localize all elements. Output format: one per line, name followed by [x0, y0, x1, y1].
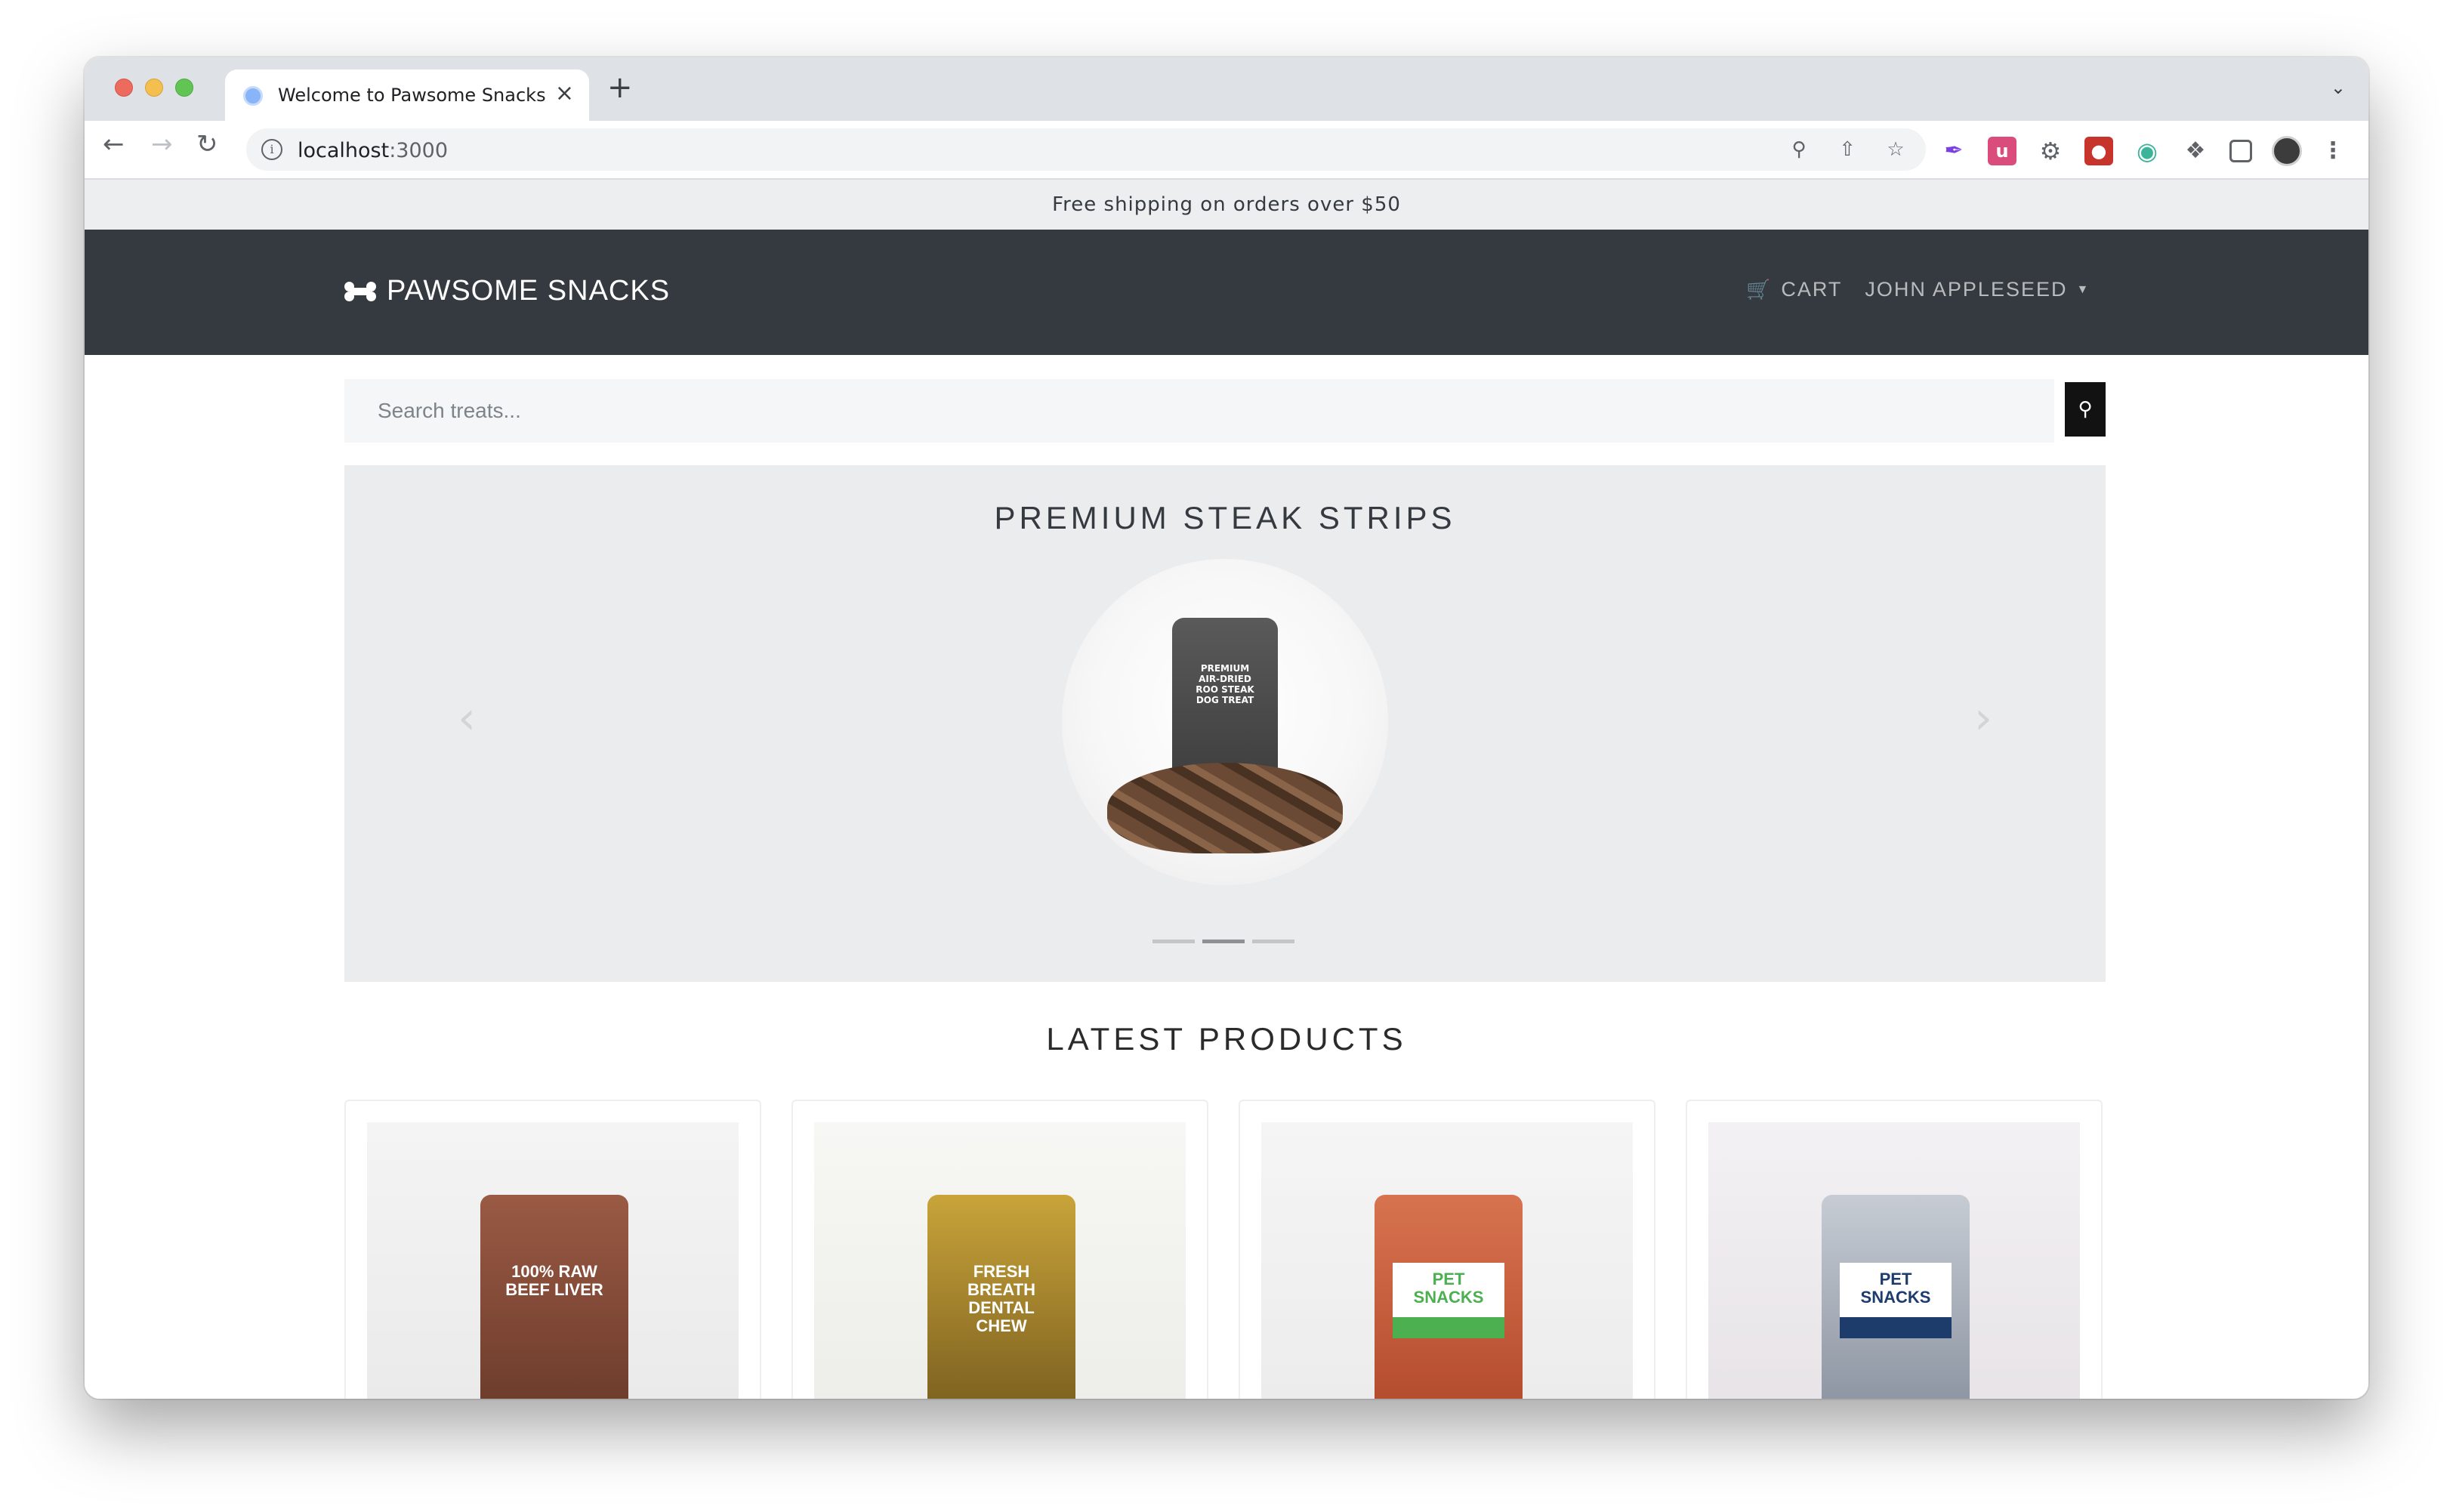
carousel-indicator[interactable]	[1252, 940, 1294, 943]
product-carousel: PREMIUM STEAK STRIPS PREMIUM AIR-DRIED R…	[344, 465, 2106, 982]
back-arrow-icon[interactable]: ←	[103, 131, 125, 157]
profile-avatar[interactable]	[2272, 136, 2302, 166]
carousel-indicators	[1152, 940, 1294, 943]
search-button[interactable]: ⚲	[2065, 382, 2106, 437]
search-form: ⚲	[344, 379, 2106, 443]
bone-icon	[344, 281, 376, 301]
user-menu-dropdown[interactable]: JOHN APPLESEED ▼	[1865, 278, 2090, 301]
reload-icon[interactable]: ↻	[196, 131, 218, 157]
product-image[interactable]: PET SNACKS	[1708, 1122, 2080, 1399]
cart-icon: 🛒	[1746, 278, 1773, 301]
announcement-bar: Free shipping on orders over $50	[85, 180, 2368, 230]
product-image[interactable]: PET SNACKS	[1261, 1122, 1633, 1399]
tab-search-chevron-icon[interactable]: ⌄	[2331, 77, 2346, 98]
new-tab-button[interactable]: +	[607, 73, 633, 103]
omnibox-actions: ⚲ ⇧ ☆	[1787, 137, 1908, 162]
puzzle-extensions-icon[interactable]: ❖	[2181, 137, 2210, 165]
pen-extension-icon[interactable]: ✒	[1939, 137, 1968, 165]
bag-label: PREMIUM AIR-DRIED ROO STEAK DOG TREAT	[1196, 663, 1254, 705]
carousel-next-chevron-icon[interactable]: ›	[1974, 692, 1992, 745]
red-extension-icon[interactable]: ●	[2084, 137, 2113, 165]
tab-strip: Welcome to Pawsome Snacks × + ⌄	[85, 57, 2368, 121]
extensions-bar: ✒ u ⚙ ● ◉ ❖ ⋮	[1939, 136, 2344, 166]
brand-logo[interactable]: PAWSOME SNACKS	[344, 275, 670, 307]
product-image[interactable]: FRESH BREATH DENTAL CHEW	[814, 1122, 1186, 1399]
brand-name: PAWSOME SNACKS	[387, 275, 671, 307]
address-url[interactable]: localhost:3000	[298, 139, 448, 162]
circle-extension-icon[interactable]: ◉	[2133, 137, 2161, 165]
product-label: PET SNACKS	[1413, 1270, 1484, 1307]
zoom-icon[interactable]: ⚲	[1787, 137, 1811, 162]
cart-label: CART	[1781, 278, 1843, 301]
search-icon: ⚲	[2078, 398, 2093, 421]
maximize-window-button[interactable]	[175, 79, 193, 97]
caret-down-icon: ▼	[2076, 282, 2090, 296]
product-card[interactable]: 100% RAW BEEF LIVER	[344, 1100, 761, 1399]
cart-link[interactable]: 🛒 CART	[1746, 278, 1842, 301]
carousel-indicator[interactable]	[1152, 940, 1195, 943]
page-viewport: Free shipping on orders over $50 PAWSOME…	[85, 180, 2368, 1399]
carousel-product-image[interactable]: PREMIUM AIR-DRIED ROO STEAK DOG TREAT	[1062, 559, 1388, 885]
carousel-indicator-active[interactable]	[1202, 940, 1245, 943]
tab-title: Welcome to Pawsome Snacks	[278, 85, 546, 106]
site-navbar: PAWSOME SNACKS 🛒 CART JOHN APPLESEED ▼	[85, 230, 2368, 355]
product-bag-graphic: PREMIUM AIR-DRIED ROO STEAK DOG TREAT	[1172, 618, 1278, 784]
product-label: FRESH BREATH DENTAL CHEW	[967, 1262, 1036, 1335]
forward-arrow-icon[interactable]: →	[151, 131, 173, 157]
product-label: PET SNACKS	[1860, 1270, 1931, 1307]
browser-menu-icon[interactable]: ⋮	[2322, 137, 2344, 165]
browser-toolbar: ← → ↻ i localhost:3000 ⚲ ⇧ ☆ ✒ u ⚙ ● ◉ ❖…	[85, 121, 2368, 180]
url-host: localhost	[298, 139, 390, 162]
share-icon[interactable]: ⇧	[1835, 137, 1859, 162]
product-bag-graphic: PET SNACKS	[1822, 1195, 1970, 1399]
browser-window: Welcome to Pawsome Snacks × + ⌄ ← → ↻ i …	[85, 57, 2368, 1399]
tab-close-icon[interactable]: ×	[555, 80, 574, 106]
minimize-window-button[interactable]	[145, 79, 163, 97]
product-bag-graphic: 100% RAW BEEF LIVER	[480, 1195, 628, 1399]
gear-extension-icon[interactable]: ⚙	[2036, 137, 2065, 165]
jerky-graphic	[1107, 763, 1343, 853]
search-input[interactable]	[344, 379, 2054, 443]
address-bar[interactable]: i localhost:3000 ⚲ ⇧ ☆	[246, 128, 1926, 171]
carousel-title[interactable]: PREMIUM STEAK STRIPS	[344, 500, 2106, 536]
u-extension-icon[interactable]: u	[1988, 137, 2016, 165]
site-info-icon[interactable]: i	[261, 139, 282, 160]
url-port: :3000	[389, 139, 449, 162]
product-image[interactable]: 100% RAW BEEF LIVER	[367, 1122, 739, 1399]
carousel-prev-chevron-icon[interactable]: ‹	[458, 692, 476, 745]
favicon-icon	[243, 86, 263, 106]
latest-products-heading: LATEST PRODUCTS	[1046, 1021, 1407, 1057]
product-bag-graphic: FRESH BREATH DENTAL CHEW	[927, 1195, 1075, 1399]
close-window-button[interactable]	[115, 79, 133, 97]
bookmark-star-icon[interactable]: ☆	[1884, 137, 1908, 162]
product-bag-graphic: PET SNACKS	[1375, 1195, 1523, 1399]
side-panel-icon[interactable]	[2229, 140, 2252, 162]
browser-tab-active[interactable]: Welcome to Pawsome Snacks ×	[225, 69, 589, 121]
product-card[interactable]: PET SNACKS	[1686, 1100, 2103, 1399]
product-card[interactable]: PET SNACKS	[1239, 1100, 1655, 1399]
product-grid: 100% RAW BEEF LIVER FRESH BREATH DENTAL …	[344, 1100, 2106, 1399]
user-name: JOHN APPLESEED	[1865, 278, 2068, 301]
product-label: 100% RAW BEEF LIVER	[505, 1262, 603, 1299]
product-card[interactable]: FRESH BREATH DENTAL CHEW	[791, 1100, 1208, 1399]
nav-links: 🛒 CART JOHN APPLESEED ▼	[1746, 278, 2090, 301]
